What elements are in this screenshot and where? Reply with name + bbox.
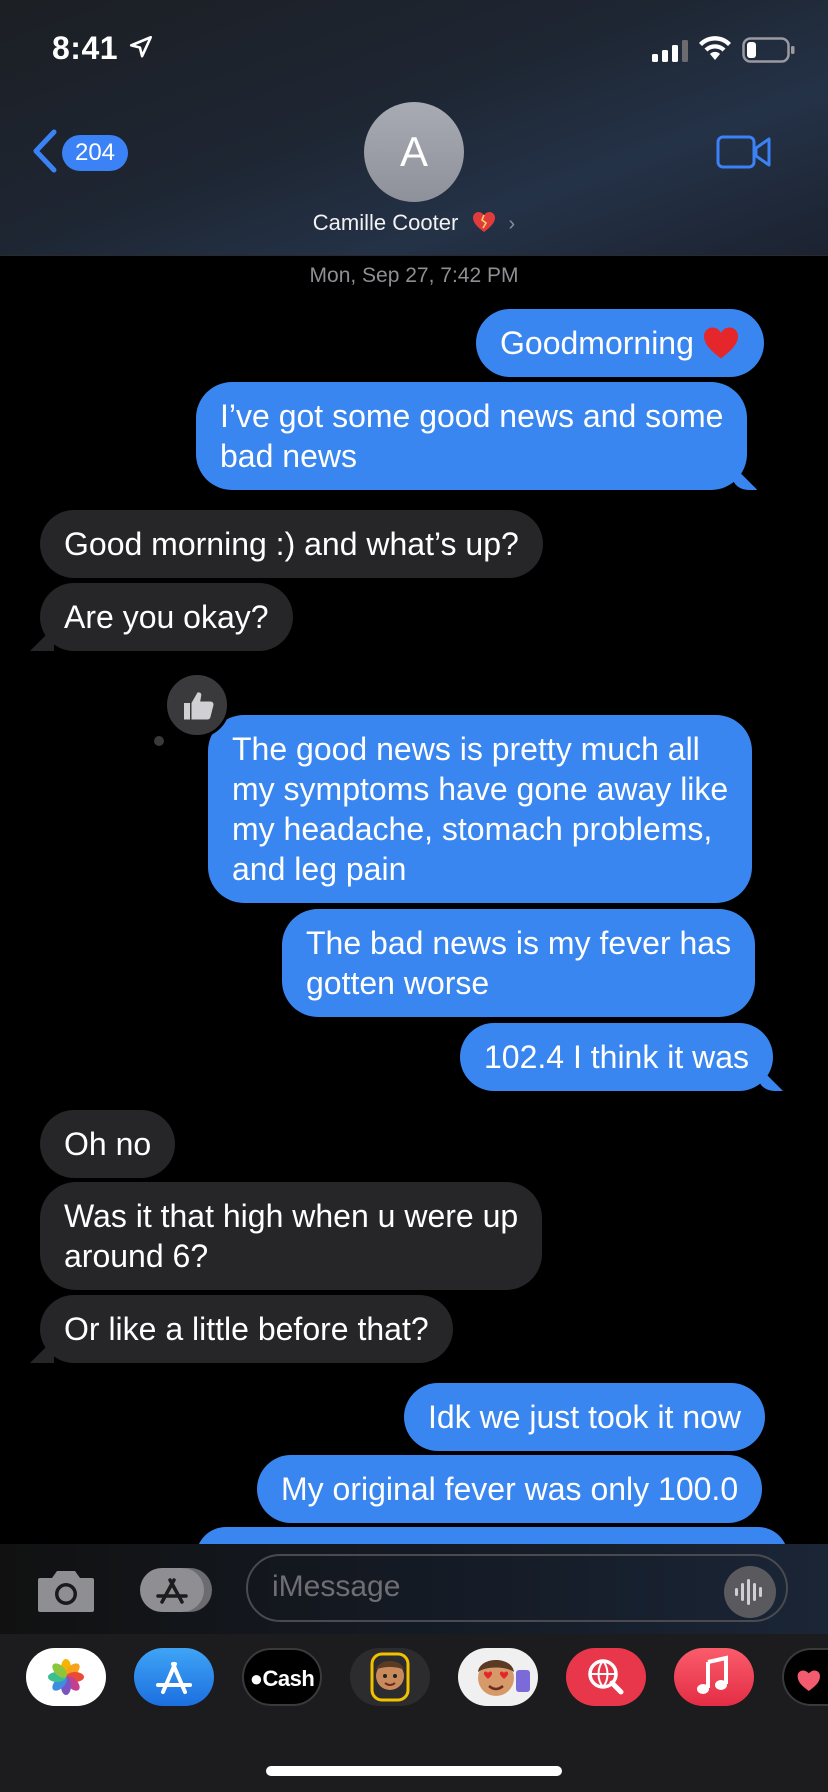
cellular-signal-icon xyxy=(652,40,688,62)
home-indicator[interactable] xyxy=(266,1766,562,1776)
sent-message[interactable]: I’ve got some good news and some bad new… xyxy=(196,382,748,490)
sent-message[interactable]: The bad news is my fever has gotten wors… xyxy=(282,909,756,1017)
wifi-icon xyxy=(699,36,731,60)
imessage-placeholder: iMessage xyxy=(272,1570,401,1603)
mending-heart-emoji-icon xyxy=(473,212,496,232)
apple-cash-icon[interactable]: ●Cash xyxy=(242,1648,322,1706)
chevron-right-icon: › xyxy=(508,213,516,235)
music-app-icon[interactable] xyxy=(674,1648,754,1706)
sent-message[interactable]: The good news is pretty much all my symp… xyxy=(208,715,753,903)
tapback-tail xyxy=(154,736,164,746)
tapback-reaction[interactable] xyxy=(164,672,230,738)
received-message[interactable]: Are you okay? xyxy=(40,583,293,651)
memoji-app-icon[interactable] xyxy=(350,1648,430,1706)
location-arrow-icon xyxy=(129,35,153,58)
received-message[interactable]: Or like a little before that? xyxy=(40,1295,453,1363)
sent-message[interactable]: My original fever was only 100.0 xyxy=(257,1455,763,1523)
back-unread-count[interactable]: 204 xyxy=(62,135,128,171)
contact-name-row[interactable]: Camille Cooter › xyxy=(0,210,828,236)
back-chevron-icon[interactable] xyxy=(30,128,58,174)
received-message[interactable]: Oh no xyxy=(40,1110,176,1178)
contact-name: Camille Cooter xyxy=(312,210,459,235)
facetime-video-icon[interactable] xyxy=(716,134,772,170)
contact-avatar[interactable]: A xyxy=(364,102,464,202)
received-message[interactable]: Was it that high when u were up around 6… xyxy=(40,1182,543,1290)
waveform-icon xyxy=(735,1579,762,1605)
battery-icon xyxy=(742,37,795,63)
red-heart-emoji-icon xyxy=(703,327,738,359)
app-store-icon[interactable] xyxy=(134,1648,214,1706)
sent-message[interactable]: Goodmorning xyxy=(476,309,764,377)
apple-logo-icon: ● xyxy=(249,1666,263,1691)
photos-app-icon[interactable] xyxy=(26,1648,106,1706)
sent-message[interactable]: Idk we just took it now xyxy=(404,1383,766,1451)
message-timestamp: Mon, Sep 27, 7:42 PM xyxy=(309,264,519,287)
sent-message[interactable]: 102.4 I think it was xyxy=(460,1023,774,1091)
memoji-stickers-icon[interactable] xyxy=(458,1648,538,1706)
camera-icon[interactable] xyxy=(36,1566,96,1614)
status-time: 8:41 xyxy=(52,30,119,66)
audio-message-button[interactable] xyxy=(724,1566,776,1618)
web-search-images-icon[interactable] xyxy=(566,1648,646,1706)
thumbs-up-icon xyxy=(184,692,214,720)
app-store-apps-icon[interactable] xyxy=(138,1566,214,1614)
received-message[interactable]: Good morning :) and what’s up? xyxy=(40,510,543,578)
